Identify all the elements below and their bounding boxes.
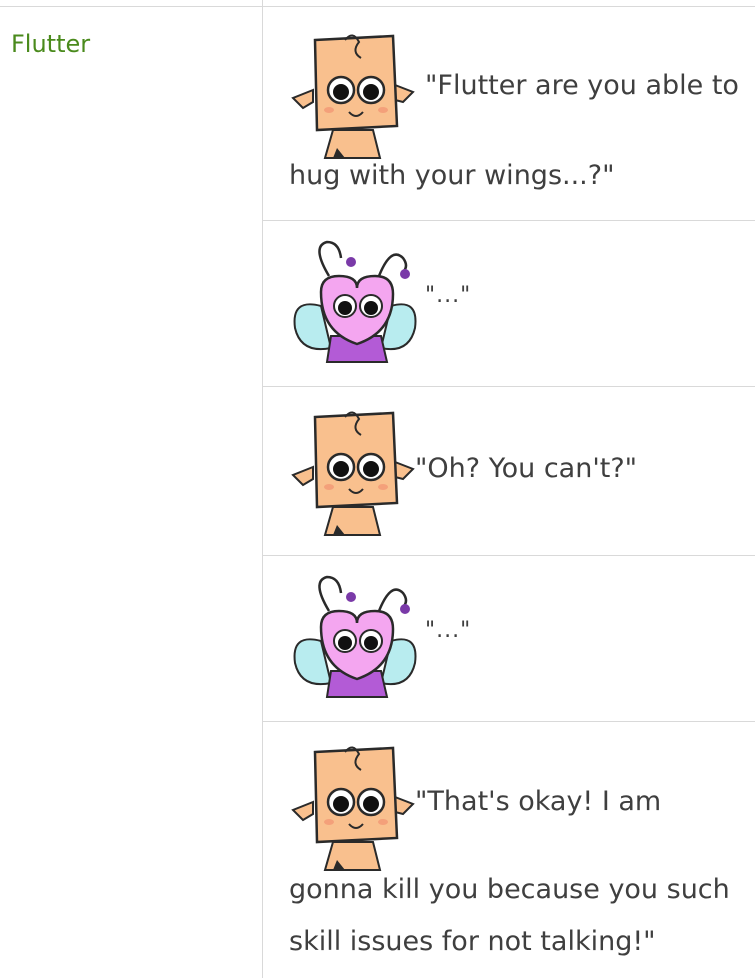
dialogue-text: "Flutter are you able to bbox=[425, 70, 739, 101]
dialogue-row: "..." bbox=[263, 221, 755, 387]
speaker-name: Flutter bbox=[11, 30, 91, 58]
cube-character-icon bbox=[291, 746, 415, 871]
dialogue-text: "That's okay! I am bbox=[415, 786, 662, 817]
dialogue-row: "..." bbox=[263, 556, 755, 722]
dialogue-text-continued: hug with your wings...?" bbox=[289, 160, 615, 191]
cube-character-icon bbox=[291, 411, 415, 536]
dialogue-text: "..." bbox=[425, 283, 472, 308]
butterfly-character-icon bbox=[293, 575, 417, 698]
dialogue-row: "Flutter are you able to hug with your w… bbox=[263, 0, 755, 221]
cube-character-avatar bbox=[285, 742, 415, 872]
dialogue-text: "..." bbox=[425, 618, 472, 643]
dialogue-row: "Oh? You can't?" bbox=[263, 387, 755, 556]
butterfly-character-icon bbox=[293, 240, 417, 363]
cube-character-avatar bbox=[285, 30, 415, 160]
butterfly-character-avatar bbox=[291, 236, 421, 366]
dialogue-row: "That's okay! I am gonna kill you becaus… bbox=[263, 722, 755, 978]
butterfly-character-avatar bbox=[291, 571, 421, 701]
cube-character-avatar bbox=[285, 407, 415, 537]
cube-character-icon bbox=[291, 34, 415, 159]
dialogue-text-continued: gonna kill you because you such bbox=[289, 874, 730, 905]
dialogue-text: "Oh? You can't?" bbox=[415, 453, 638, 484]
dialogue-text-continued: skill issues for not talking!" bbox=[289, 926, 656, 957]
